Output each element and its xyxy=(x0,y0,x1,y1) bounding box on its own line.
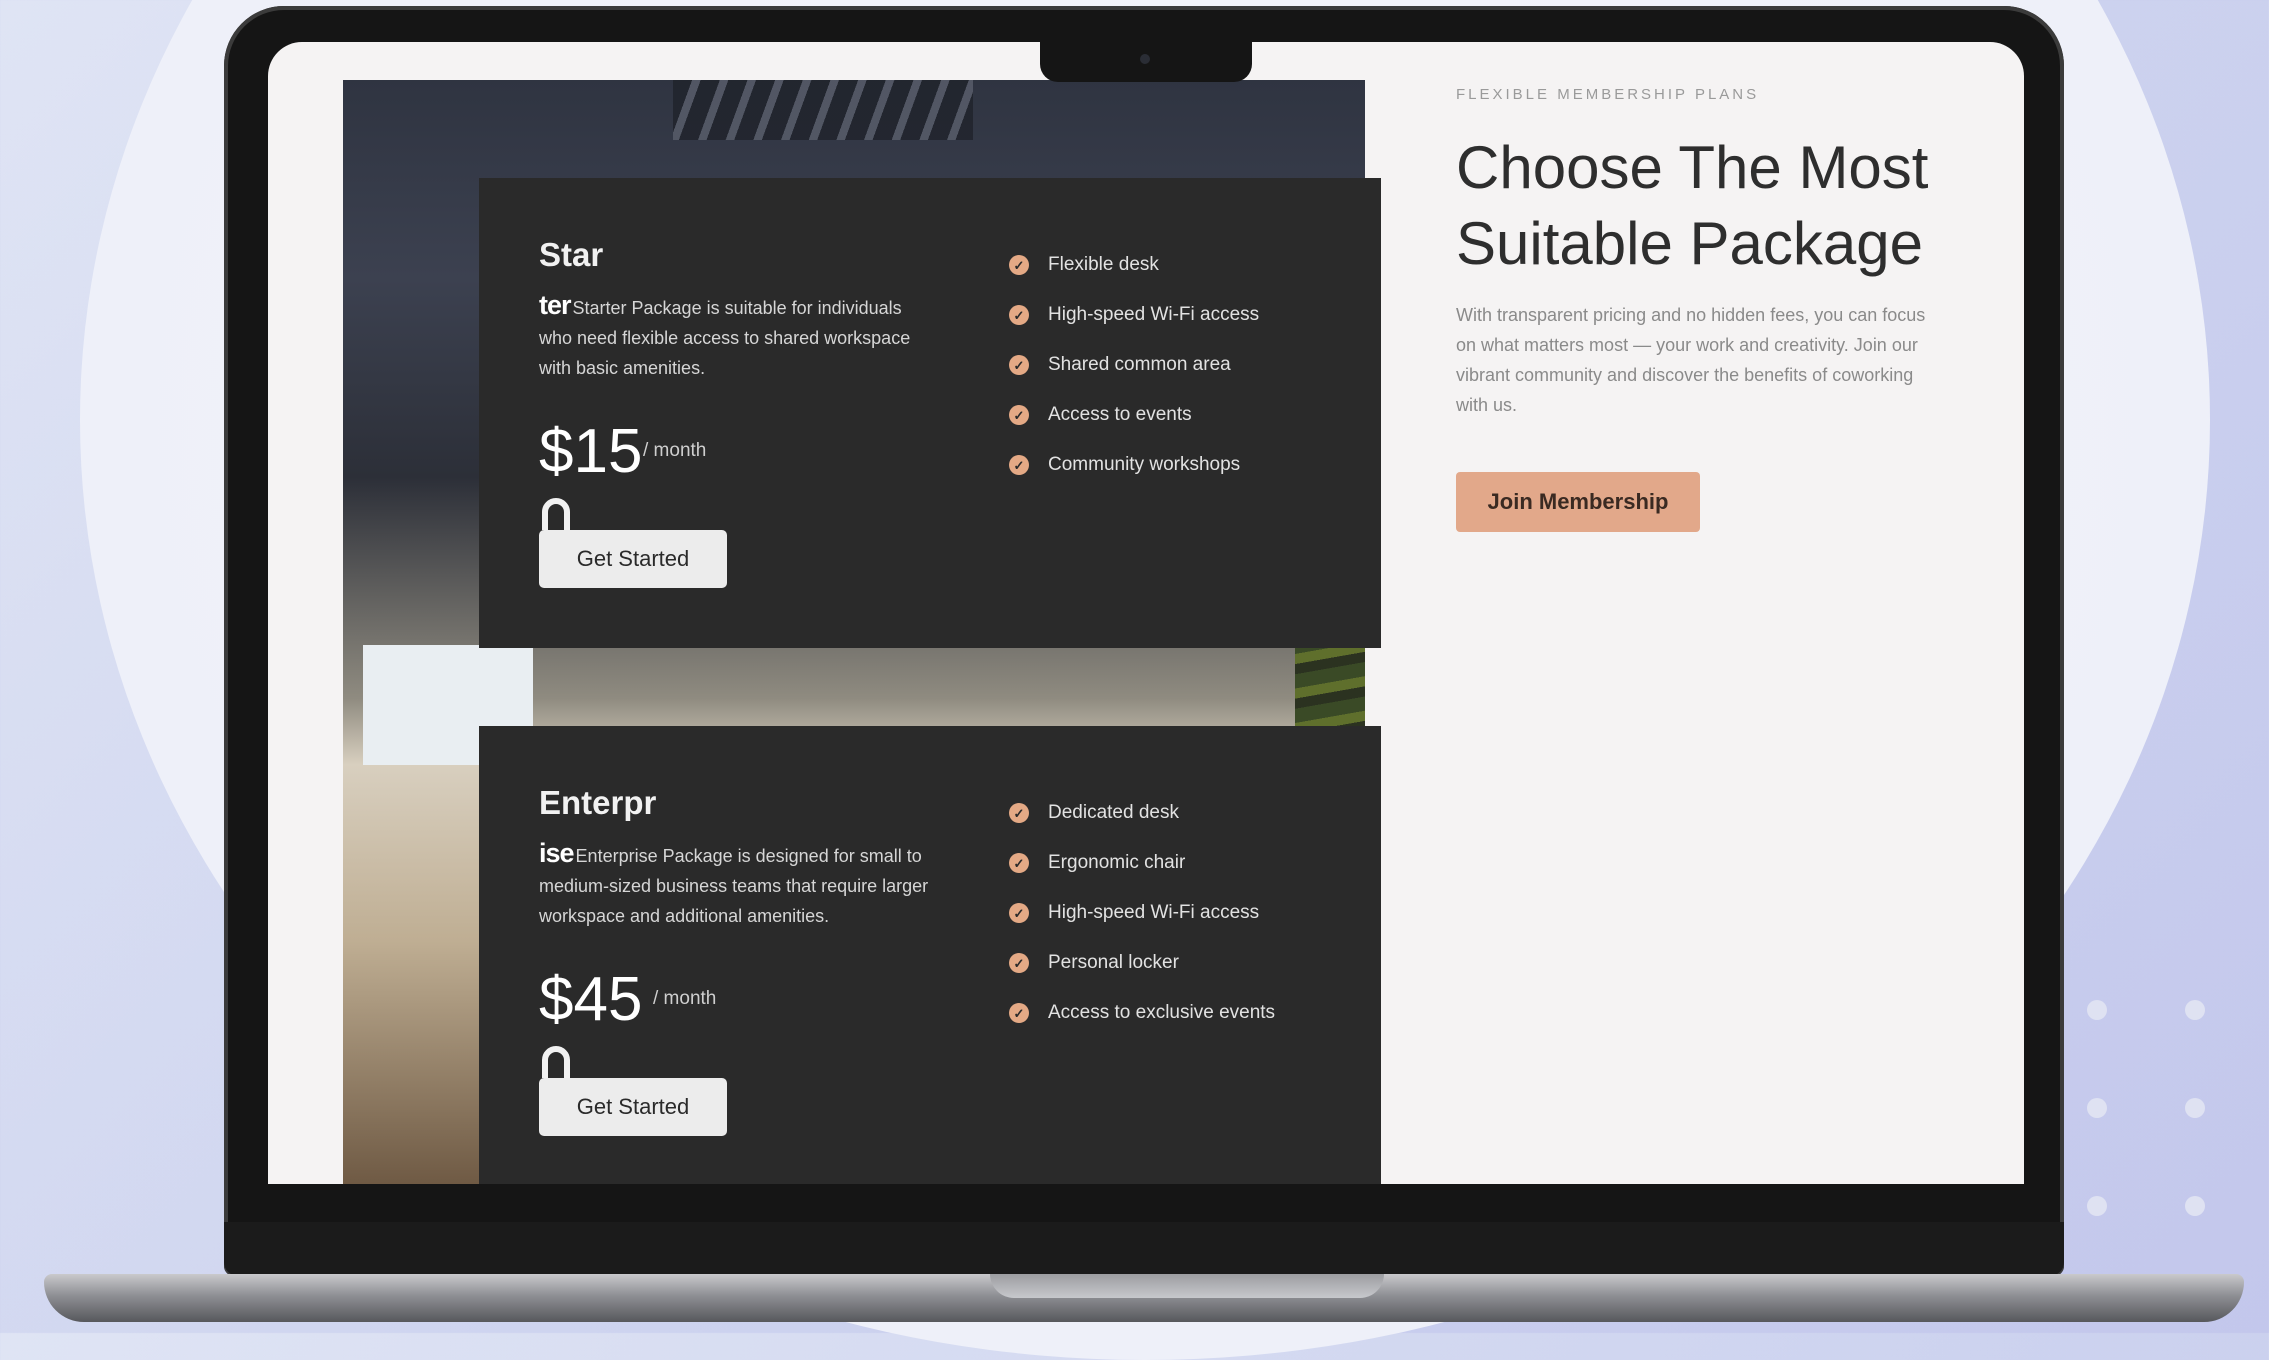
check-circle-icon: ✓ xyxy=(1009,255,1029,275)
check-circle-icon: ✓ xyxy=(1009,455,1029,475)
plan-period: / month xyxy=(643,440,707,461)
feature-item: ✓ Dedicated desk xyxy=(1009,788,1275,838)
laptop-chin xyxy=(224,1222,2064,1276)
check-circle-icon: ✓ xyxy=(1009,953,1029,973)
camera-notch xyxy=(1040,40,1252,82)
check-circle-icon: ✓ xyxy=(1009,853,1029,873)
feature-item: ✓ High-speed Wi-Fi access xyxy=(1009,888,1275,938)
plan-period: / month xyxy=(653,988,717,1009)
feature-item: ✓ Ergonomic chair xyxy=(1009,838,1275,888)
plan-price: $45 xyxy=(539,965,643,1034)
laptop-screen: Star ter Starter Package is suitable for … xyxy=(268,42,2024,1184)
section-eyebrow: FLEXIBLE MEMBERSHIP PLANS xyxy=(1456,86,1760,103)
pricing-card-enterprise: Enterpr ise Enterprise Package is designe… xyxy=(479,726,1381,1184)
section-description: With transparent pricing and no hidden f… xyxy=(1456,305,1926,415)
get-started-button[interactable]: Get Started xyxy=(539,1078,727,1136)
decorative-dots xyxy=(2087,1000,2227,1260)
plan-price: $15 xyxy=(539,417,643,486)
check-circle-icon: ✓ xyxy=(1009,903,1029,923)
page-title: Choose The Most Suitable Package xyxy=(1456,134,1929,277)
feature-item: ✓ Shared common area xyxy=(1009,340,1259,390)
plan-description: ter Starter Package is suitable for indiv… xyxy=(539,290,911,378)
check-circle-icon: ✓ xyxy=(1009,305,1029,325)
feature-item: ✓ Flexible desk xyxy=(1009,240,1259,290)
laptop-base xyxy=(44,1274,2244,1322)
join-membership-button[interactable]: Join Membership xyxy=(1456,472,1700,532)
plan-description: ise Enterprise Package is designed for sm… xyxy=(539,838,929,926)
feature-item: ✓ High-speed Wi-Fi access xyxy=(1009,290,1259,340)
check-circle-icon: ✓ xyxy=(1009,405,1029,425)
plan-title-overflow: ter xyxy=(539,290,572,320)
feature-item: ✓ Access to exclusive events xyxy=(1009,988,1275,1038)
feature-item: ✓ Community workshops xyxy=(1009,440,1259,490)
camera-icon xyxy=(1140,54,1150,64)
check-circle-icon: ✓ xyxy=(1009,803,1029,823)
office-photo: Star ter Starter Package is suitable for … xyxy=(343,80,1381,1184)
feature-item: ✓ Personal locker xyxy=(1009,938,1275,988)
check-circle-icon: ✓ xyxy=(1009,1003,1029,1023)
lock-icon xyxy=(542,1046,570,1078)
pricing-card-starter: Star ter Starter Package is suitable for … xyxy=(479,178,1381,648)
plan-title: Enterpr xyxy=(539,784,657,821)
plan-title-overflow: ise xyxy=(539,838,575,868)
check-circle-icon: ✓ xyxy=(1009,355,1029,375)
feature-list: ✓ Flexible desk ✓ High-speed Wi-Fi access … xyxy=(1009,240,1259,490)
plan-title: Star xyxy=(539,236,604,273)
feature-item: ✓ Access to events xyxy=(1009,390,1259,440)
lock-icon xyxy=(542,498,570,530)
get-started-button[interactable]: Get Started xyxy=(539,530,727,588)
feature-list: ✓ Dedicated desk ✓ Ergonomic chair ✓ High-s… xyxy=(1009,788,1275,1038)
